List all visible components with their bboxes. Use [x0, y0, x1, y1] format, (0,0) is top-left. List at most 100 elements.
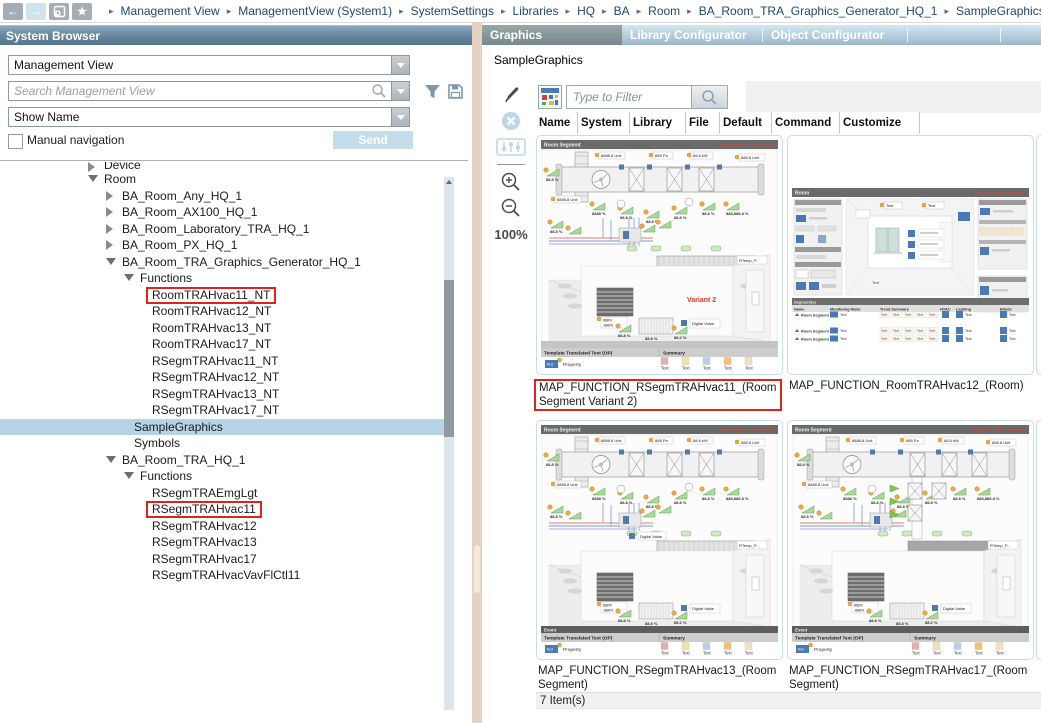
edit-pen-icon[interactable]	[492, 82, 530, 108]
tree-item-ba_room_tra_hq_1[interactable]: BA_Room_TRA_HQ_1	[0, 452, 444, 469]
view-selector-dropdown[interactable]: Management View	[8, 55, 410, 75]
favorites-star-icon[interactable]: ★	[72, 3, 92, 20]
breadcrumb-item[interactable]: Libraries	[513, 4, 559, 18]
svg-text:Text: Text	[917, 329, 923, 333]
breadcrumb-item[interactable]: SampleGraphics	[956, 4, 1041, 18]
chevron-down-icon[interactable]	[391, 56, 409, 74]
graphic-thumbnail-partial[interactable]	[1036, 420, 1041, 660]
breadcrumb-item[interactable]: ManagementView (System1)	[238, 4, 392, 18]
display-mode-dropdown[interactable]: Show Name	[8, 107, 410, 127]
tab-library-configurator[interactable]: Library Configurator	[622, 25, 762, 45]
tree-item-rsegmtrahvac12[interactable]: RSegmTRAHvac12	[0, 518, 444, 535]
svg-text:88.8 %: 88.8 %	[550, 229, 563, 234]
svg-text:Segment is set to "not Used": Segment is set to "not Used"	[720, 427, 775, 432]
search-icon[interactable]	[371, 83, 387, 99]
tree-item-room[interactable]: Room	[0, 171, 444, 188]
breadcrumb-item[interactable]: Management View	[121, 4, 220, 18]
filter-sliders-icon[interactable]	[492, 134, 530, 160]
scrollbar-thumb[interactable]	[444, 280, 454, 437]
breadcrumb-item[interactable]: BA	[614, 4, 630, 18]
save-floppy-icon[interactable]	[447, 83, 464, 100]
svg-text:Room Segment: Room Segment	[801, 314, 830, 318]
filter-funnel-icon[interactable]	[424, 83, 441, 100]
svg-text:Room Segment: Room Segment	[544, 143, 581, 149]
expand-arrow-icon[interactable]	[106, 207, 113, 217]
zoom-out-icon[interactable]	[492, 195, 530, 221]
tree-item-ba_room_ax100_hq_1[interactable]: BA_Room_AX100_HQ_1	[0, 204, 444, 221]
tree-item-rsegmtraemglgt[interactable]: RSegmTRAEmgLgt	[0, 485, 444, 502]
graphic-item-label[interactable]: MAP_FUNCTION_RSegmTRAHvac17_(Room Segmen…	[789, 664, 1027, 692]
filter-input[interactable]	[567, 86, 687, 108]
tree-item-rsegmtrahvac17_nt[interactable]: RSegmTRAHvac17_NT	[0, 402, 444, 419]
tree-item-rsegmtrahvac17[interactable]: RSegmTRAHvac17	[0, 551, 444, 568]
collapse-arrow-icon[interactable]	[124, 472, 134, 479]
panel-splitter[interactable]	[472, 22, 482, 723]
collapse-arrow-icon[interactable]	[88, 175, 98, 182]
tree-item-rsegmtrahvac11_nt[interactable]: RSegmTRAHvac11_NT	[0, 353, 444, 370]
tree-item-functions[interactable]: Functions	[0, 468, 444, 485]
breadcrumb-item[interactable]: Room	[648, 4, 680, 18]
tree-item-ba_room_px_hq_1[interactable]: BA_Room_PX_HQ_1	[0, 237, 444, 254]
zoom-in-icon[interactable]	[492, 169, 530, 195]
tree-item-rsegmtrahvacvavflctl11[interactable]: RSegmTRAHvacVavFlCtl11	[0, 567, 444, 584]
breadcrumb-item[interactable]: BA_Room_TRA_Graphics_Generator_HQ_1	[699, 4, 938, 18]
graphic-thumbnail[interactable]: Room SegmentSegment is set to "not Used"…	[536, 135, 783, 375]
graphic-item-label[interactable]: MAP_FUNCTION_RoomTRAHvac12_(Room)	[789, 379, 1027, 393]
graphic-item-label[interactable]: MAP_FUNCTION_RSegmTRAHvac11_(Room Segmen…	[538, 379, 776, 411]
column-header-customize[interactable]: Customize	[840, 112, 920, 134]
svg-text:Text: Text	[965, 313, 971, 317]
collapse-arrow-icon[interactable]	[124, 274, 134, 281]
tree-item-rsegmtrahvac13_nt[interactable]: RSegmTRAHvac13_NT	[0, 386, 444, 403]
tree-item-ba_room_tra_graphics_generator_hq_1[interactable]: BA_Room_TRA_Graphics_Generator_HQ_1	[0, 254, 444, 271]
column-header-library[interactable]: Library	[630, 112, 686, 134]
collapse-arrow-icon[interactable]	[106, 258, 116, 265]
tree-item-roomtrahvac12_nt[interactable]: RoomTRAHvac12_NT	[0, 303, 444, 320]
graphic-item-label[interactable]: MAP_FUNCTION_RSegmTRAHvac13_(Room Segmen…	[538, 664, 776, 692]
tree-item-rsegmtrahvac13[interactable]: RSegmTRAHvac13	[0, 534, 444, 551]
tree-item-samplegraphics[interactable]: SampleGraphics	[0, 419, 444, 436]
column-header-system[interactable]: System	[578, 112, 630, 134]
column-header-file[interactable]: File	[686, 112, 720, 134]
manual-navigation-checkbox[interactable]	[8, 134, 23, 149]
tree-item-roomtrahvac17_nt[interactable]: RoomTRAHvac17_NT	[0, 336, 444, 353]
column-header-default[interactable]: Default	[720, 112, 772, 134]
scroll-up-arrow-icon[interactable]	[446, 180, 452, 184]
graphic-thumbnail[interactable]: Room SegmentSegment is set to "not Used"…	[536, 420, 783, 660]
tab-graphics[interactable]: Graphics	[482, 25, 622, 45]
tree-item-device[interactable]: Device	[0, 162, 444, 171]
tree-item-roomtrahvac13_nt[interactable]: RoomTRAHvac13_NT	[0, 320, 444, 337]
graphic-thumbnail[interactable]: Room SegmentSegment is set to "not Used"…	[787, 420, 1034, 660]
clear-circle-icon[interactable]	[492, 108, 530, 134]
tab-object-configurator[interactable]: Object Configurator	[763, 25, 907, 45]
expand-arrow-icon[interactable]	[106, 224, 113, 234]
back-arrow-icon[interactable]: ←	[3, 3, 23, 20]
tree-item-rsegmtrahvac11[interactable]: RSegmTRAHvac11	[0, 501, 444, 518]
send-button[interactable]: Send	[333, 131, 413, 149]
tree-item-rsegmtrahvac12_nt[interactable]: RSegmTRAHvac12_NT	[0, 369, 444, 386]
forward-arrow-icon[interactable]: →	[26, 3, 46, 20]
graphic-thumbnail-partial[interactable]	[1036, 135, 1041, 375]
thumbnail-view-button[interactable]	[538, 85, 562, 109]
filter-search-button[interactable]	[691, 86, 727, 108]
splitter-grip[interactable]	[474, 545, 480, 593]
chevron-down-icon[interactable]	[391, 108, 409, 126]
tree-item-functions[interactable]: Functions	[0, 270, 444, 287]
tree-item-symbols[interactable]: Symbols	[0, 435, 444, 452]
column-header-name[interactable]: Name	[536, 112, 578, 134]
expand-arrow-icon[interactable]	[106, 240, 113, 250]
svg-text:88.8 kW: 88.8 kW	[944, 438, 959, 443]
tree-scrollbar[interactable]	[444, 177, 454, 710]
search-options-chevron-icon[interactable]	[391, 82, 409, 100]
breadcrumb-item[interactable]: HQ	[577, 4, 595, 18]
history-clock-icon[interactable]	[49, 3, 69, 20]
svg-text:-888%: -888%	[603, 609, 613, 613]
tree-item-ba_room_laboratory_tra_hq_1[interactable]: BA_Room_Laboratory_TRA_HQ_1	[0, 221, 444, 238]
breadcrumb-item[interactable]: SystemSettings	[411, 4, 494, 18]
search-input[interactable]	[9, 82, 364, 100]
column-header-command[interactable]: Command	[772, 112, 840, 134]
tree-item-ba_room_any_hq_1[interactable]: BA_Room_Any_HQ_1	[0, 188, 444, 205]
graphic-thumbnail[interactable]: RoomRoom is set to "not Used"TextTextTex…	[787, 135, 1034, 375]
tree-item-roomtrahvac11_nt[interactable]: RoomTRAHvac11_NT	[0, 287, 444, 304]
collapse-arrow-icon[interactable]	[106, 456, 116, 463]
expand-arrow-icon[interactable]	[106, 191, 113, 201]
